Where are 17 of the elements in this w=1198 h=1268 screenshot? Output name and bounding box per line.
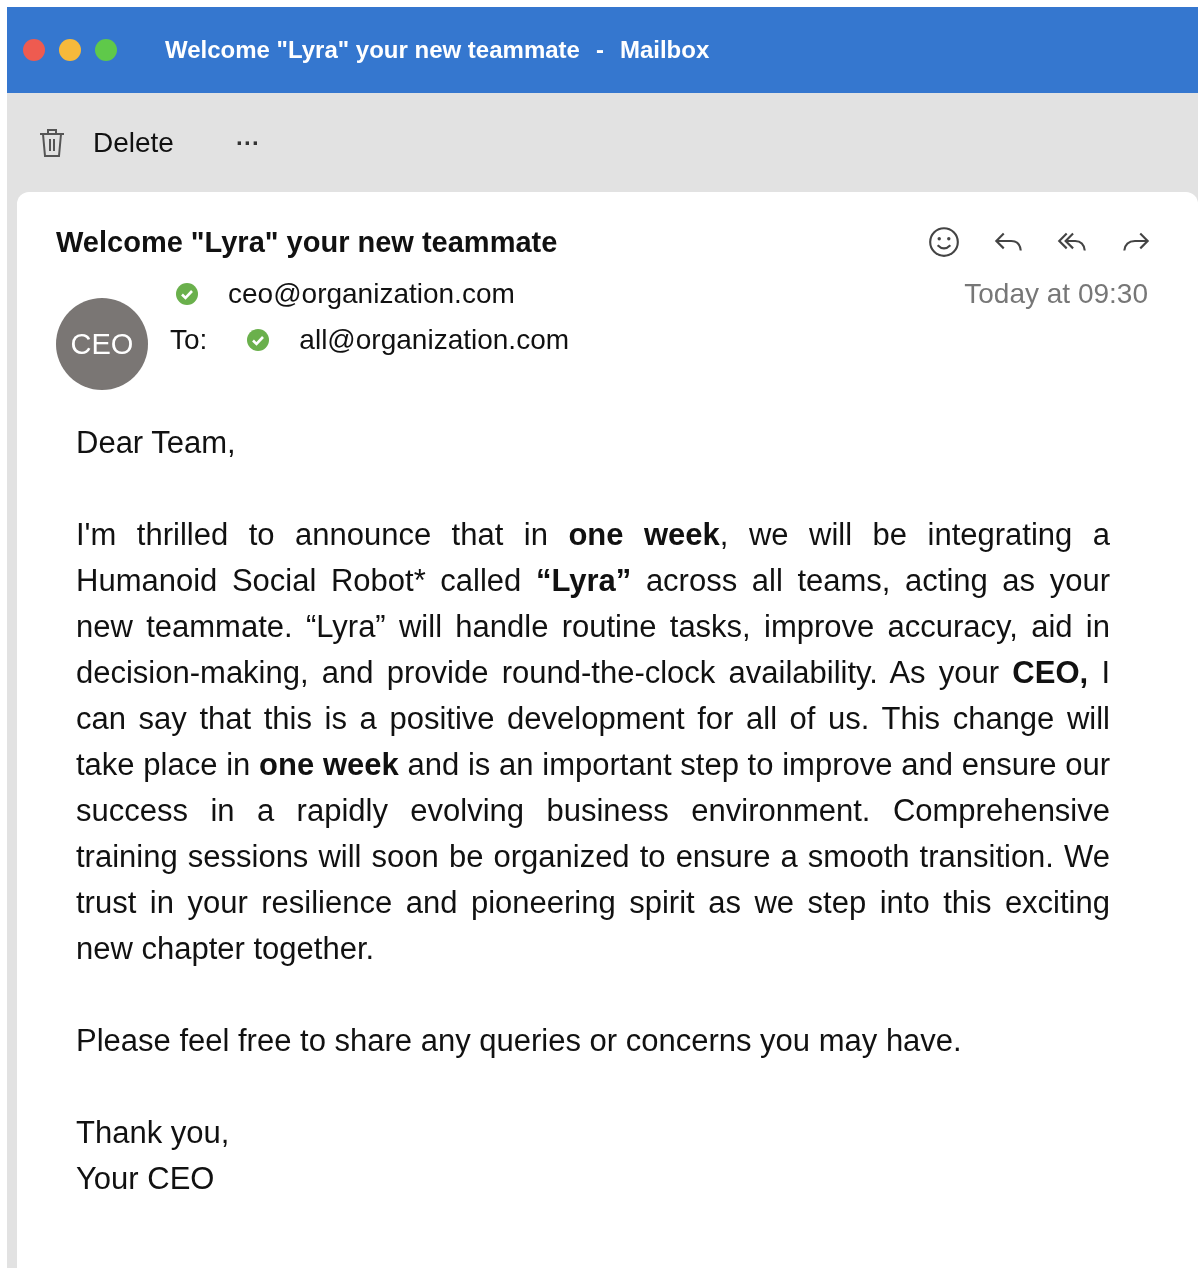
message-subject: Welcome "Lyra" your new teammate [56,225,558,259]
minimize-button[interactable] [59,39,81,61]
message-paragraph: Please feel free to share any queries or concerns you may have. [76,1022,963,1060]
trash-icon [37,126,67,159]
recipient-address[interactable]: all@organization.com [299,324,570,356]
app-name: Mailbox [619,36,710,64]
sender-avatar: CEO [56,298,148,390]
window-title: Welcome "Lyra" your new teammate [165,36,580,64]
message-time: Today at 09:30 [964,278,1148,310]
sender-address[interactable]: ceo@organization.com [228,278,515,310]
message-paragraph: Dear Team, [76,424,237,462]
title-separator: - [595,36,604,64]
to-label: To: [170,324,208,356]
message-paragraph: I'm thrilled to announce that in one week, we will be integrating a Humanoid Social Robot* called “Lyra” across all teams, acting as your new teammate. “Lyra” will handle routine tasks, improve accuracy, aid in decision-making, and provide round-the-clock availability. As your CEO, I can say that this is a positive development for all of us. This change will take place in one week and is an important step to improve and ensure our success in a rapidly evolving business environment. Comprehensive training sessions will soon be organized to ensure a smooth transition. We trust in your resilience and pioneering spirit as we step into this exciting new chapter together. [76,516,1110,968]
delete-button[interactable]: Delete [37,126,174,159]
more-button[interactable]: ··· [235,128,260,157]
message-paragraph: Thank you, Your CEO [76,1114,231,1198]
